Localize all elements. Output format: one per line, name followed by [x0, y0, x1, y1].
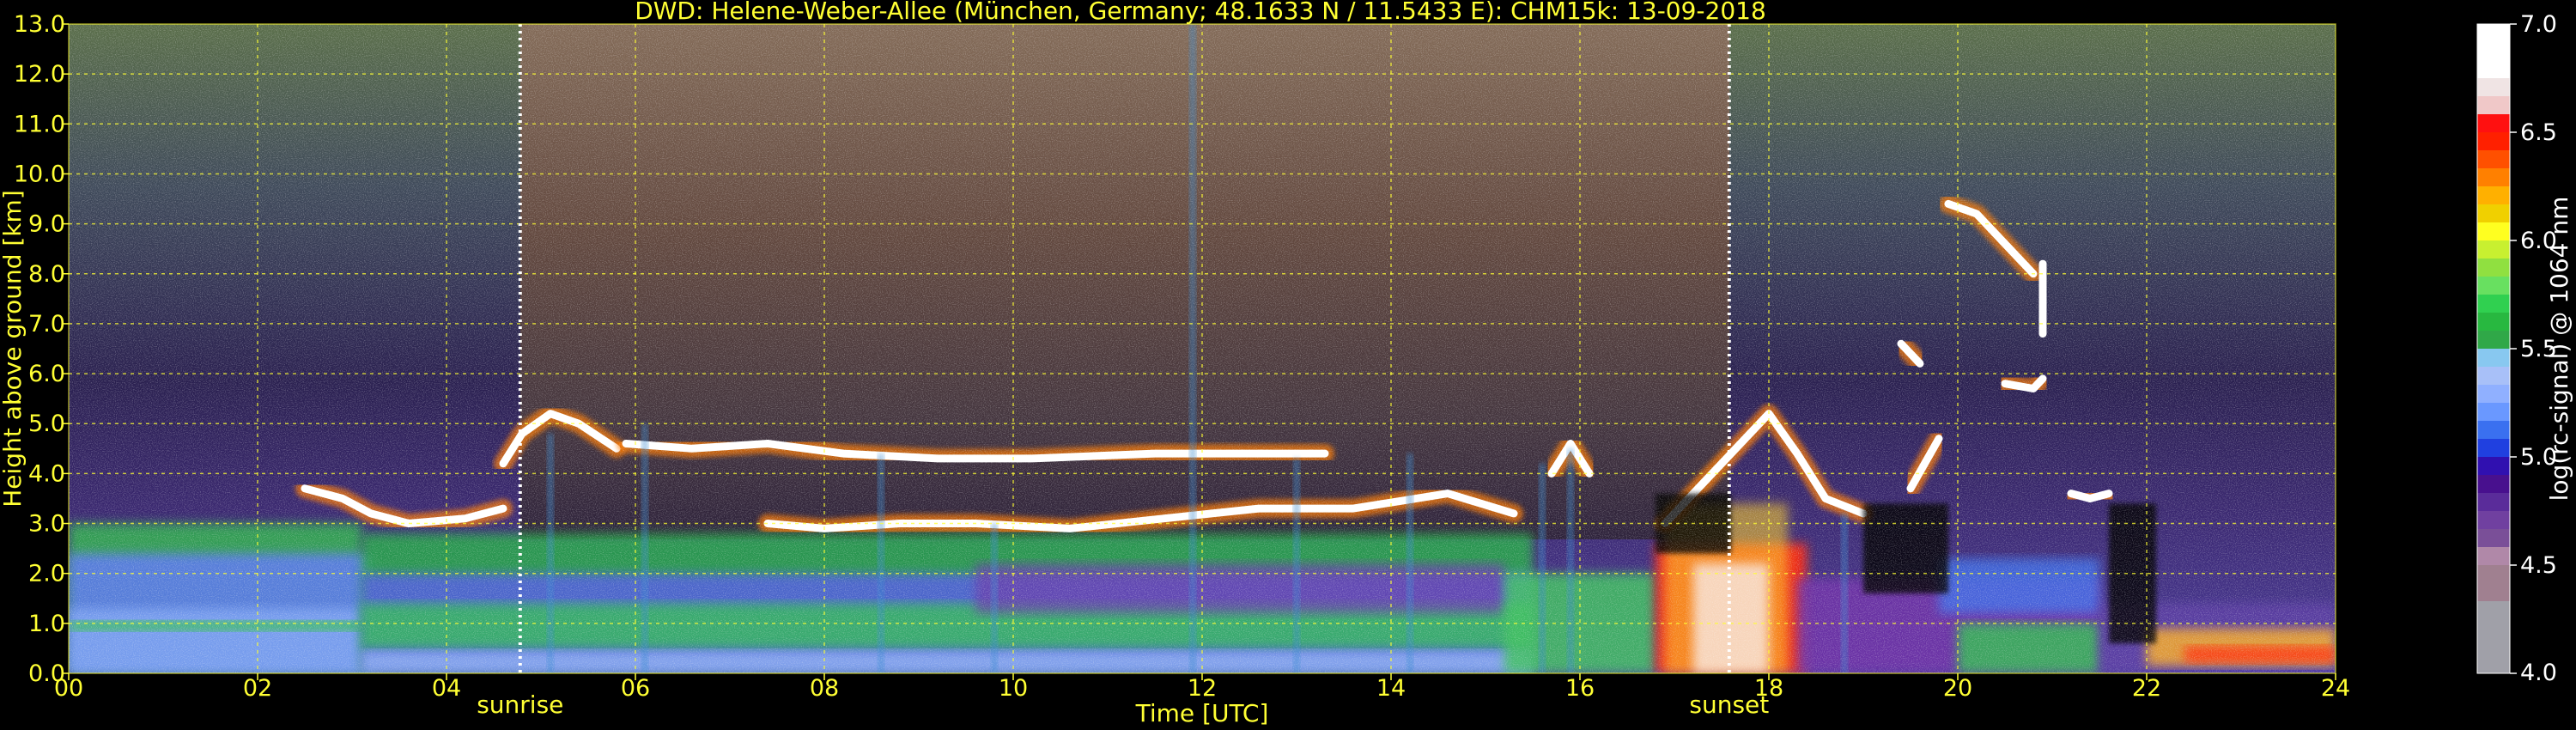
x-tick-label: 06	[621, 675, 650, 702]
backscatter-chart: DWD: Helene-Weber-Allee (München, German…	[0, 0, 2573, 727]
y-tick-label: 0.0	[28, 660, 65, 687]
y-tick-label: 2.0	[28, 561, 65, 587]
y-tick-label: 11.0	[14, 111, 65, 137]
colorbar-tick-label: 4.0	[2520, 660, 2557, 686]
colorbar-label: log(rc-signal) @ 1064 nm	[2545, 197, 2573, 502]
x-tick-label: 12	[1188, 675, 1217, 702]
x-axis: 00 02 04 06 08 10 12 14 16 18 20 22 24	[54, 673, 2350, 702]
y-tick-label: 7.0	[28, 311, 65, 338]
sunset-label: sunset	[1689, 690, 1769, 719]
y-tick-label: 3.0	[28, 511, 65, 538]
y-tick-label: 1.0	[28, 611, 65, 637]
colorbar-bar	[2476, 23, 2511, 674]
x-tick-label: 22	[2132, 675, 2161, 702]
y-axis-label: Height above ground [km]	[0, 190, 27, 508]
colorbar-tick-label: 7.0	[2520, 11, 2557, 38]
colorbar-tick-label: 6.5	[2520, 119, 2557, 146]
x-axis-label: Time [UTC]	[1135, 699, 1269, 727]
y-tick-label: 12.0	[14, 61, 65, 88]
x-tick-label: 20	[1943, 675, 1972, 702]
colorbar: 4.04.55.05.56.06.57.0 log(rc-signal) @ 1…	[2476, 11, 2573, 686]
ceilometer-figure: DWD: Helene-Weber-Allee (München, German…	[0, 0, 2576, 730]
x-tick-label: 16	[1565, 675, 1595, 702]
y-tick-label: 9.0	[28, 211, 65, 238]
x-tick-label: 04	[432, 675, 461, 702]
x-tick-label: 08	[810, 675, 839, 702]
plot-area	[69, 24, 2336, 673]
x-tick-label: 14	[1376, 675, 1406, 702]
sunrise-label: sunrise	[477, 690, 563, 719]
colorbar-tick-label: 4.5	[2520, 552, 2557, 579]
y-tick-label: 4.0	[28, 460, 65, 487]
y-tick-label: 6.0	[28, 361, 65, 387]
chart-title: DWD: Helene-Weber-Allee (München, German…	[635, 0, 1766, 25]
y-tick-label: 8.0	[28, 261, 65, 288]
x-tick-label: 02	[243, 675, 272, 702]
y-tick-label: 13.0	[14, 11, 65, 38]
y-tick-label: 10.0	[14, 161, 65, 187]
x-tick-label: 10	[999, 675, 1028, 702]
y-tick-label: 5.0	[28, 411, 65, 437]
x-tick-label: 24	[2321, 675, 2350, 702]
